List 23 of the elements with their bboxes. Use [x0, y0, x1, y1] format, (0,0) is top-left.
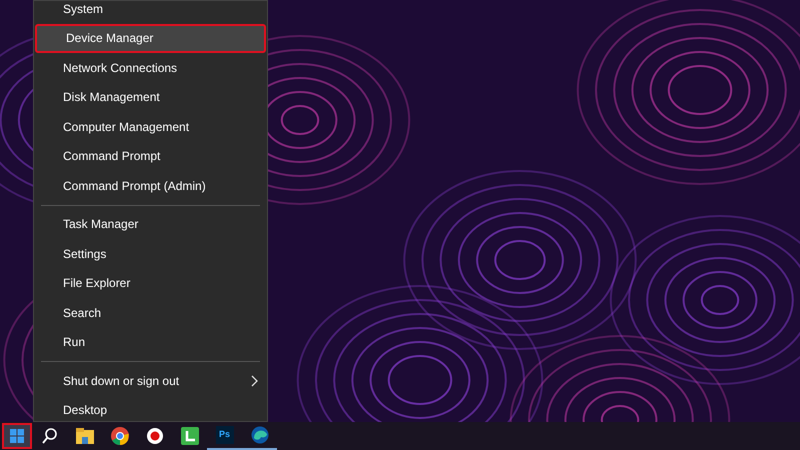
- windows-icon: [10, 429, 24, 443]
- menu-item[interactable]: Settings: [34, 239, 267, 268]
- record-icon: [146, 427, 164, 445]
- start-button[interactable]: [2, 423, 32, 449]
- taskbar-app-button[interactable]: Ps: [207, 422, 242, 450]
- menu-item[interactable]: System: [34, 1, 267, 24]
- menu-item[interactable]: Desktop: [34, 396, 267, 421]
- menu-item[interactable]: File Explorer: [34, 268, 267, 298]
- menu-item[interactable]: Device Manager: [35, 24, 266, 53]
- folder-icon: [76, 428, 94, 444]
- photoshop-icon: Ps: [216, 426, 234, 444]
- menu-item[interactable]: Shut down or sign out: [34, 366, 267, 396]
- menu-item[interactable]: Search: [34, 298, 267, 328]
- menu-item[interactable]: Disk Management: [34, 82, 267, 112]
- menu-item[interactable]: Command Prompt (Admin): [34, 171, 267, 200]
- browser-icon: [110, 427, 128, 445]
- menu-item[interactable]: Command Prompt: [34, 142, 267, 171]
- search-icon: [40, 427, 58, 445]
- menu-item[interactable]: Network Connections: [34, 53, 267, 82]
- menu-item[interactable]: Task Manager: [34, 210, 267, 239]
- menu-item[interactable]: Run: [34, 328, 267, 357]
- menu-item[interactable]: Computer Management: [34, 112, 267, 142]
- chevron-right-icon: [251, 374, 259, 387]
